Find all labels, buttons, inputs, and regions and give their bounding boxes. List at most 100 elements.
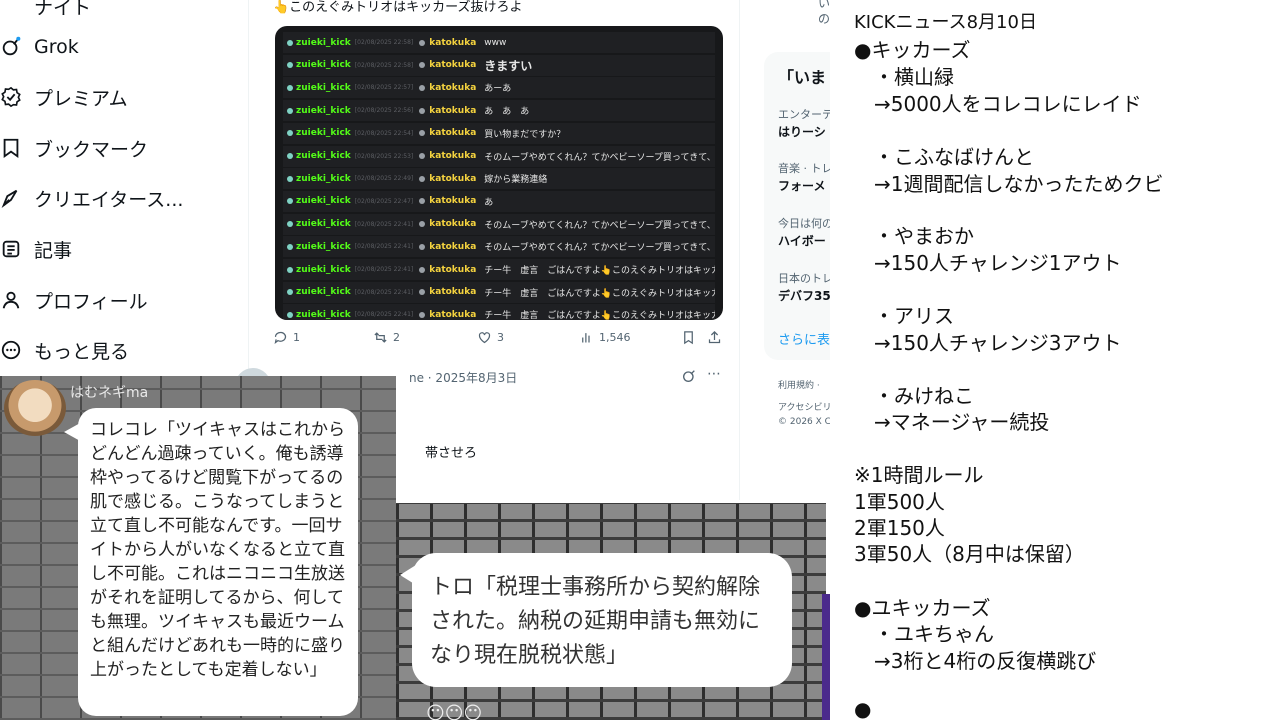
- chat-timestamp: [02/08/2025 22:41]: [354, 266, 414, 273]
- bookmark-button[interactable]: [681, 330, 696, 345]
- chat-message: あ あ あ: [484, 107, 530, 118]
- chat-timestamp: [02/08/2025 22:41]: [354, 220, 414, 228]
- news-line: ・こふなばけんと: [854, 145, 1034, 169]
- footer-link[interactable]: 利用規約 ·: [778, 378, 820, 391]
- user-icon: [419, 62, 426, 69]
- chat-timestamp: [02/08/2025 22:58]: [354, 61, 414, 69]
- user-icon: [419, 198, 426, 205]
- chat-username: zuieki_kick: [296, 264, 351, 275]
- reply-icon: [274, 331, 287, 344]
- chat-message: 買い物まだですか？: [484, 129, 566, 140]
- toro-speech-panel: トロ「税理士事務所から契約解除された。納税の延期申請も無効になり現在脱税状態」 …: [396, 503, 826, 720]
- news-line: ・やまおか: [854, 224, 974, 248]
- sidebar-item-creator-studio[interactable]: クリエイタース...: [1, 178, 184, 218]
- news-line: ●: [854, 697, 872, 721]
- speech-bubble-text: トロ「税理士事務所から契約解除された。納税の延期申請も無効になり現在脱税状態」: [412, 553, 792, 687]
- chat-message: www: [484, 37, 507, 48]
- news-line: 2軍150人: [854, 516, 945, 540]
- views-button[interactable]: 1,546: [579, 330, 631, 345]
- reply-button[interactable]: 1: [273, 330, 300, 345]
- trend-category: 音楽 · トレ: [778, 162, 830, 175]
- trend-name[interactable]: はりーシ: [778, 123, 826, 140]
- chat-username: zuieki_kick: [296, 151, 351, 161]
- partial-text: の: [818, 12, 830, 26]
- chat-message: きますい: [484, 58, 533, 73]
- badge-icon: [287, 311, 293, 318]
- repost-icon: [374, 332, 387, 343]
- news-line: →5000人をコレコレにレイド: [854, 92, 1142, 116]
- user-icon: [419, 311, 426, 318]
- news-line: 3軍50人（8月中は保留）: [854, 542, 1085, 566]
- trends-panel: [764, 52, 830, 360]
- face-emoji-row: 😶😶😶: [426, 703, 483, 720]
- footer-link[interactable]: アクセシビリ: [778, 400, 830, 413]
- hamster-speech-panel: はむネギma コレコレ「ツイキャスはこれからどんどん過疎っていく。俺も誘導枠やっ…: [0, 376, 396, 720]
- trends-heading: 「いま: [778, 68, 827, 87]
- chat-message: そのムーブやめてくれん？てかベビーソープ買ってきて、詰め替え用: [484, 220, 715, 231]
- trend-name[interactable]: デバフ35: [778, 287, 830, 304]
- news-line: →3桁と4桁の反復横跳び: [854, 649, 1097, 673]
- sidebar-item-label: プレミアム: [34, 87, 128, 110]
- user-icon: [419, 130, 426, 137]
- badge-icon: [287, 130, 293, 137]
- more-options-icon[interactable]: ⋯: [707, 366, 721, 382]
- sidebar-item-label: もっと見る: [34, 340, 130, 363]
- chat-row: zuieki_kick [02/08/2025 22:41] katokuka チー牛…: [283, 281, 715, 303]
- tweet-text-partial: 帯させろ: [425, 446, 478, 461]
- badge-icon: [287, 198, 293, 205]
- sidebar-item-profile[interactable]: プロフィール: [2, 280, 148, 320]
- user-icon: [419, 175, 426, 182]
- speech-bubble-text: コレコレ「ツイキャスはこれからどんどん過疎っていく。俺も誘導枠やってるけど閲覧下…: [78, 408, 358, 716]
- tweet-actions: 1 2 3 1,546: [273, 330, 725, 350]
- tweet-text: 👆このえぐみトリオはキッカーズ抜けろよ: [273, 0, 523, 15]
- sidebar-item-articles[interactable]: 記事: [2, 229, 72, 269]
- grok-explain-icon[interactable]: [681, 368, 697, 384]
- chat-row: zuieki_kick [02/08/2025 22:49] katokuka 嫁から…: [283, 168, 715, 190]
- tweet-media-chat-screenshot[interactable]: zuieki_kick [02/08/2025 22:58] katokuka www…: [275, 26, 723, 320]
- creator-icon: [0, 187, 22, 209]
- chat-row: zuieki_kick [02/08/2025 22:41] katokuka チー牛…: [283, 304, 715, 320]
- badge-icon: [287, 153, 293, 159]
- share-button[interactable]: [707, 330, 722, 345]
- sidebar-item-premium[interactable]: プレミアム: [1, 77, 128, 117]
- sidebar-item-label: Grok: [34, 36, 79, 58]
- trend-name[interactable]: ハイボー: [778, 232, 826, 249]
- news-line: →150人チャレンジ3アウト: [854, 331, 1122, 355]
- chat-target-user: katokuka: [429, 37, 477, 48]
- decorative-strip: [822, 594, 830, 720]
- chat-timestamp: [02/08/2025 22:57]: [354, 84, 414, 92]
- news-line: →マネージャー続投: [854, 410, 1050, 434]
- sidebar-item-label: プロフィール: [34, 290, 148, 313]
- chat-target-user: katokuka: [429, 309, 477, 320]
- news-title: KICKニュース8月10日: [854, 12, 1037, 33]
- chat-message: チー牛 虚言 ごはんですよ👆このえぐみトリオはキッカーズ抜けろよ: [484, 266, 715, 276]
- sidebar-item-grok[interactable]: Grok: [2, 27, 79, 67]
- heart-icon: [478, 332, 491, 344]
- chat-target-user: katokuka: [429, 196, 477, 207]
- sidebar-item-partial[interactable]: ナイト: [34, 0, 91, 26]
- sidebar-item-more[interactable]: もっと見る: [1, 330, 130, 370]
- share-icon: [708, 330, 721, 344]
- chat-row: zuieki_kick [02/08/2025 22:57] katokuka あーあ: [283, 77, 715, 99]
- chat-timestamp: [02/08/2025 22:53]: [354, 152, 414, 160]
- user-icon: [419, 39, 426, 46]
- chat-target-user: katokuka: [429, 151, 477, 161]
- chat-username: zuieki_kick: [296, 60, 351, 71]
- sidebar-item-label: ナイト: [34, 0, 92, 19]
- chat-row: zuieki_kick [02/08/2025 22:47] katokuka あ: [283, 190, 715, 212]
- news-line: ・ユキちゃん: [854, 622, 994, 646]
- chat-timestamp: [02/08/2025 22:41]: [354, 243, 414, 251]
- trend-name[interactable]: フォーメ: [778, 177, 826, 194]
- chat-message: あ: [484, 197, 494, 208]
- sidebar-item-label: クリエイタース...: [34, 188, 184, 211]
- show-more-link[interactable]: さらに表: [778, 329, 830, 348]
- profile-icon: [0, 289, 22, 311]
- chat-message: チー牛 虚言 ごはんですよ👆このえぐみトリオはキッカーズ抜けろよ: [484, 288, 715, 299]
- right-sidebar: い の 「いま エンターテ はりーシ 音楽 · トレ フォーメ 今日は何の ハイ…: [764, 0, 830, 440]
- repost-button[interactable]: 2: [373, 330, 400, 345]
- sidebar-item-bookmarks[interactable]: ブックマーク: [3, 128, 148, 168]
- user-icon: [419, 266, 426, 273]
- chat-target-user: katokuka: [429, 128, 477, 139]
- like-button[interactable]: 3: [477, 330, 504, 345]
- trend-category: 日本のトレ: [778, 272, 830, 285]
